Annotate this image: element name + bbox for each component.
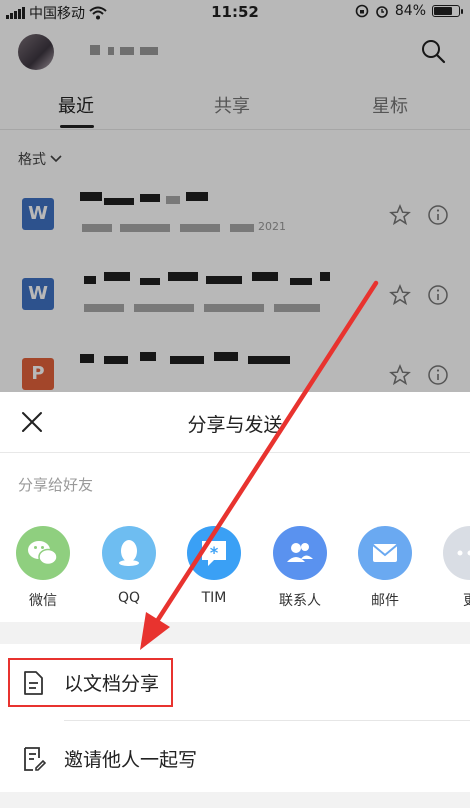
share-target-label: TIM <box>201 590 227 606</box>
invite-collaborate-label: 邀请他人一起写 <box>64 749 198 771</box>
share-target-label: 邮件 <box>371 593 399 609</box>
share-target-more[interactable]: 更 <box>430 526 470 610</box>
qq-icon <box>102 526 156 580</box>
share-target-qq[interactable]: QQ <box>89 526 169 606</box>
contacts-icon <box>273 526 327 580</box>
more-icon <box>443 526 470 580</box>
share-target-label: 微信 <box>29 593 57 609</box>
share-target-label: 更 <box>430 590 470 610</box>
share-target-mail[interactable]: 邮件 <box>345 526 425 610</box>
share-targets: 微信 QQ * TIM 联系人 邮件 <box>0 526 470 616</box>
share-target-contacts[interactable]: 联系人 <box>260 526 340 610</box>
tim-icon: * <box>187 526 241 580</box>
share-sheet: 分享与发送 分享给好友 微信 QQ * TIM 联系人 邮件 以文档分享 邀请他… <box>0 392 470 808</box>
mail-icon <box>358 526 412 580</box>
share-target-wechat[interactable]: 微信 <box>3 526 83 610</box>
share-sheet-title: 分享与发送 <box>187 414 283 436</box>
action-divider <box>64 720 470 721</box>
sheet-bottom-band <box>0 792 470 808</box>
section-separator <box>0 622 470 644</box>
share-to-friends-label: 分享给好友 <box>18 476 94 494</box>
edit-document-icon <box>24 747 46 771</box>
invite-collaborate-action[interactable]: 邀请他人一起写 <box>0 724 470 794</box>
highlight-box <box>8 658 173 707</box>
share-target-label: QQ <box>117 590 141 606</box>
share-sheet-header: 分享与发送 <box>0 392 470 453</box>
share-target-label: 联系人 <box>279 593 321 609</box>
svg-text:*: * <box>210 543 219 562</box>
wechat-icon <box>16 526 70 580</box>
share-target-tim[interactable]: * TIM <box>174 526 254 606</box>
